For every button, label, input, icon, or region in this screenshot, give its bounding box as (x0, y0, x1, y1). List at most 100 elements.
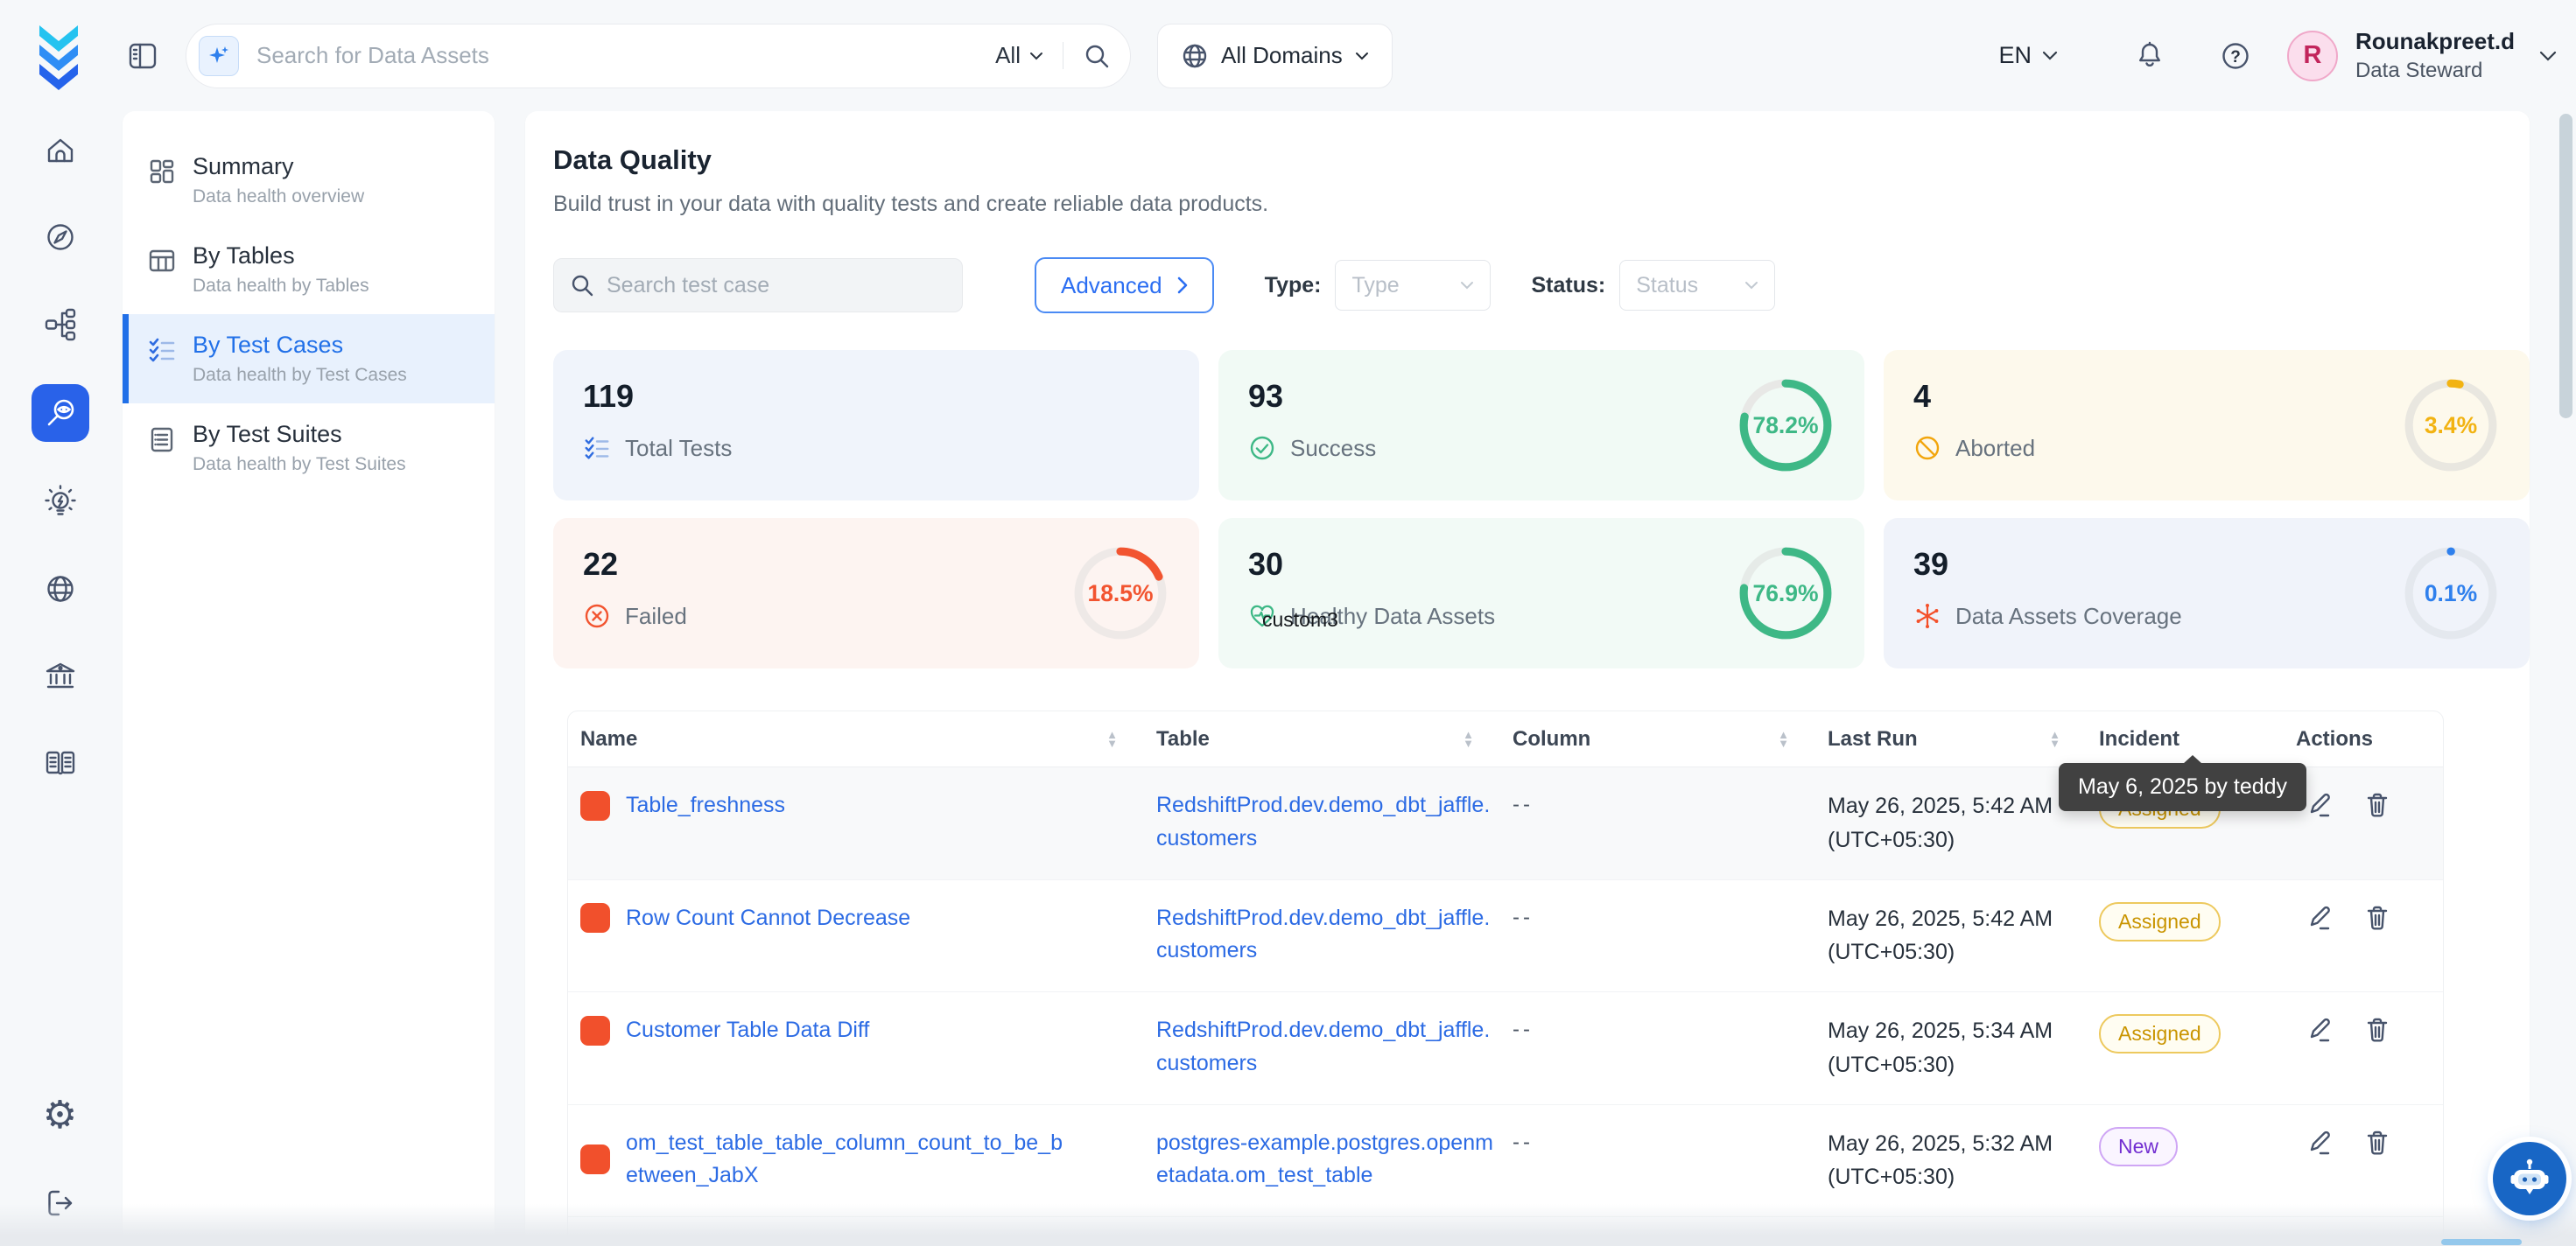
ai-sparkle-icon[interactable] (199, 36, 239, 76)
vertical-scrollbar[interactable] (2559, 114, 2572, 418)
subnav-item-by-tables[interactable]: By Tables Data health by Tables (123, 225, 495, 314)
test-case-link[interactable]: Row Count Cannot Decrease (626, 902, 910, 935)
subnav-item-summary[interactable]: Summary Data health overview (123, 136, 495, 225)
table-link[interactable]: postgres-example.postgres.openmetadata.o… (1156, 1127, 1500, 1193)
search-icon[interactable] (1083, 42, 1111, 70)
subnav-item-by-test-cases[interactable]: By Test Cases Data health by Test Cases (123, 314, 495, 403)
horizontal-scrollbar[interactable] (2441, 1239, 2522, 1245)
summary-grid-icon (147, 157, 177, 186)
advanced-filter-button[interactable]: Advanced (1035, 257, 1214, 313)
delete-icon[interactable] (2364, 791, 2390, 819)
column-value: -- (1500, 1127, 1815, 1155)
incident-badge[interactable]: Assigned (2099, 1014, 2221, 1054)
subnav-subtitle: Data health by Tables (193, 276, 369, 297)
svg-text:78.2%: 78.2% (1752, 412, 1818, 438)
column-header-table[interactable]: Table▲▼ (1144, 711, 1500, 766)
check-circle-icon (1248, 434, 1276, 462)
test-case-search (553, 258, 963, 312)
checklist-icon (147, 335, 177, 365)
subnav-title: By Test Cases (193, 332, 407, 359)
rail-explore-compass-icon[interactable] (32, 208, 89, 266)
search-scope-dropdown[interactable]: All (995, 42, 1063, 69)
stat-card-data-assets-coverage: 39 Data Assets Coverage 0.1% (1884, 518, 2530, 668)
status-placeholder: Status (1636, 273, 1698, 298)
sort-icon[interactable]: ▲▼ (1778, 731, 1789, 748)
svg-text:76.9%: 76.9% (1752, 580, 1818, 606)
sort-icon[interactable]: ▲▼ (2049, 731, 2060, 748)
user-menu-chevron-icon[interactable] (2539, 51, 2557, 61)
chatbot-button[interactable] (2493, 1142, 2566, 1215)
language-dropdown[interactable]: EN (1998, 42, 2058, 69)
rail-logout-icon[interactable] (32, 1174, 89, 1232)
progress-ring: 3.4% (2402, 376, 2500, 474)
chevron-down-icon (1460, 281, 1474, 290)
rail-insights-bulb-icon[interactable] (32, 473, 89, 531)
sidebar-toggle-icon[interactable] (126, 39, 159, 73)
delete-icon[interactable] (2364, 1129, 2390, 1157)
delete-icon[interactable] (2364, 1016, 2390, 1044)
rail-governance-bank-icon[interactable] (32, 648, 89, 705)
sort-icon[interactable]: ▲▼ (1463, 731, 1474, 748)
column-value: -- (1500, 789, 1815, 817)
rail-observability-search-eye-icon[interactable] (32, 384, 89, 442)
top-bar: All All Domains EN ? R Rounakpreet.d Dat… (0, 0, 2576, 111)
test-case-link[interactable]: customers_table_row_count_to_equal_qjnm (626, 1239, 1056, 1246)
delete-icon[interactable] (2364, 904, 2390, 932)
rail-domains-globe-icon[interactable] (32, 560, 89, 618)
global-search: All (186, 24, 1131, 88)
last-run-value: May 26, 2025, 5:42 AM (UTC+05:30) (1815, 902, 2080, 970)
robot-icon (2507, 1156, 2552, 1201)
incident-badge[interactable]: Assigned (2099, 902, 2221, 942)
notifications-bell-icon[interactable] (2133, 39, 2166, 73)
stat-label: Data Assets Coverage (1955, 603, 2182, 630)
edit-icon[interactable] (2306, 1016, 2333, 1044)
globe-icon (1181, 42, 1209, 70)
stat-label: Failed (625, 603, 687, 630)
edit-icon[interactable] (2306, 1129, 2333, 1157)
subnav-subtitle: Data health overview (193, 186, 364, 207)
edit-icon[interactable] (2306, 791, 2333, 819)
subnav-item-by-test-suites[interactable]: By Test Suites Data health by Test Suite… (123, 403, 495, 493)
rail-lineage-flow-icon[interactable] (32, 296, 89, 354)
filter-bar: Advanced Type: Type Status: Status (553, 257, 2530, 313)
test-case-search-input[interactable] (607, 273, 946, 298)
test-case-link[interactable]: om_test_table_table_column_count_to_be_b… (626, 1127, 1063, 1193)
app-logo[interactable] (32, 22, 86, 90)
status-square (580, 903, 610, 933)
table-header: Name▲▼ Table▲▼ Column▲▼ Last Run▲▼ Incid… (568, 711, 2443, 767)
user-menu[interactable]: Rounakpreet.d Data Steward (2355, 27, 2515, 85)
rail-glossary-book-icon[interactable] (32, 734, 89, 792)
svg-text:18.5%: 18.5% (1087, 580, 1153, 606)
last-run-value: May 26, 2025, 5:42 AM (UTC+05:30) (1815, 789, 2080, 858)
table-link[interactable]: RedshiftProd.dev.demo_dbt_jaffle.custome… (1156, 789, 1500, 855)
column-header-last-run[interactable]: Last Run▲▼ (1815, 711, 2087, 766)
table-link[interactable]: red-hybrid-20250509.dev.dbt_jaffle.custo… (1156, 1239, 1500, 1246)
edit-icon[interactable] (2306, 1241, 2333, 1246)
avatar[interactable]: R (2287, 31, 2338, 81)
table-link[interactable]: RedshiftProd.dev.demo_dbt_jaffle.custome… (1156, 1014, 1500, 1080)
test-case-link[interactable]: Table_freshness (626, 789, 785, 822)
test-case-link[interactable]: Customer Table Data Diff (626, 1014, 869, 1047)
delete-icon[interactable] (2364, 1241, 2390, 1246)
status-filter-select[interactable]: Status (1619, 260, 1775, 311)
sort-icon[interactable]: ▲▼ (1106, 731, 1118, 748)
type-filter-select[interactable]: Type (1335, 260, 1491, 311)
incident-badge[interactable]: New (2099, 1127, 2178, 1166)
edit-icon[interactable] (2306, 904, 2333, 932)
incident-badge[interactable]: New (2099, 1239, 2178, 1246)
cancel-circle-icon (1913, 434, 1941, 462)
rail-home-icon[interactable] (32, 122, 89, 179)
nav-rail: ⚙ (0, 111, 120, 1246)
table-link[interactable]: RedshiftProd.dev.demo_dbt_jaffle.custome… (1156, 902, 1500, 968)
search-input[interactable] (256, 42, 995, 69)
help-icon[interactable]: ? (2219, 39, 2252, 73)
column-header-name[interactable]: Name▲▼ (568, 711, 1144, 766)
svg-text:3.4%: 3.4% (2425, 412, 2477, 438)
stat-card-total-tests: 119 Total Tests (553, 350, 1199, 500)
rail-settings-gear-icon[interactable]: ⚙ (32, 1087, 89, 1144)
stat-card-success: 93 Success 78.2% (1218, 350, 1864, 500)
search-scope-label: All (995, 42, 1021, 69)
domains-dropdown[interactable]: All Domains (1157, 24, 1393, 88)
chevron-right-icon (1176, 276, 1188, 294)
column-header-column[interactable]: Column▲▼ (1500, 711, 1815, 766)
